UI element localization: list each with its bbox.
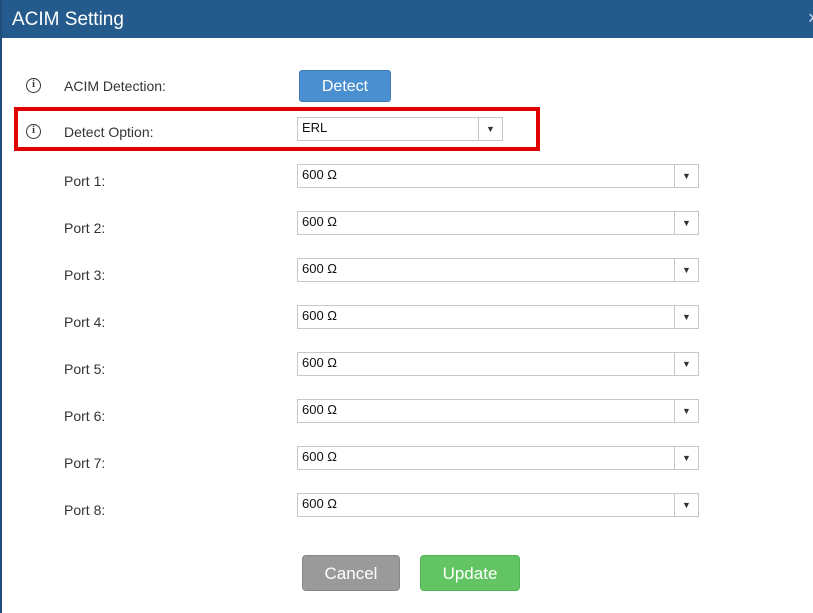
chevron-down-icon[interactable]: ▼ <box>674 165 698 187</box>
chevron-down-icon[interactable]: ▼ <box>674 400 698 422</box>
cancel-button[interactable]: Cancel <box>302 555 400 591</box>
port-label: Port 2: <box>64 220 106 236</box>
chevron-down-icon[interactable]: ▼ <box>674 447 698 469</box>
dialog-titlebar: ACIM Setting × <box>2 0 813 38</box>
port-label: Port 6: <box>64 408 106 424</box>
port-value: 600 Ω <box>302 261 338 276</box>
info-icon[interactable]: i <box>26 78 41 93</box>
port-label: Port 5: <box>64 361 106 377</box>
chevron-down-icon[interactable]: ▼ <box>674 212 698 234</box>
port-value: 600 Ω <box>302 308 338 323</box>
port-value: 600 Ω <box>302 449 338 464</box>
acim-setting-dialog: ACIM Setting × i ACIM Detection: Detect … <box>0 0 813 613</box>
chevron-down-icon[interactable]: ▼ <box>674 306 698 328</box>
port-5-select[interactable]: 600 Ω ▼ <box>297 352 699 376</box>
port-label: Port 7: <box>64 455 106 471</box>
chevron-down-icon[interactable]: ▼ <box>674 353 698 375</box>
port-1-select[interactable]: 600 Ω ▼ <box>297 164 699 188</box>
port-2-select[interactable]: 600 Ω ▼ <box>297 211 699 235</box>
port-label: Port 4: <box>64 314 106 330</box>
highlight-box <box>14 107 540 151</box>
port-value: 600 Ω <box>302 496 338 511</box>
port-value: 600 Ω <box>302 355 338 370</box>
port-value: 600 Ω <box>302 214 338 229</box>
port-value: 600 Ω <box>302 402 338 417</box>
acim-detection-label: ACIM Detection: <box>64 78 166 94</box>
port-label: Port 1: <box>64 173 106 189</box>
port-7-select[interactable]: 600 Ω ▼ <box>297 446 699 470</box>
port-label: Port 3: <box>64 267 106 283</box>
port-label: Port 8: <box>64 502 106 518</box>
dialog-title: ACIM Setting <box>12 9 124 30</box>
detect-button[interactable]: Detect <box>299 70 391 102</box>
port-8-select[interactable]: 600 Ω ▼ <box>297 493 699 517</box>
port-6-select[interactable]: 600 Ω ▼ <box>297 399 699 423</box>
port-value: 600 Ω <box>302 167 338 182</box>
update-button[interactable]: Update <box>420 555 520 591</box>
chevron-down-icon[interactable]: ▼ <box>674 259 698 281</box>
close-icon[interactable]: × <box>808 8 813 29</box>
chevron-down-icon[interactable]: ▼ <box>674 494 698 516</box>
port-4-select[interactable]: 600 Ω ▼ <box>297 305 699 329</box>
port-3-select[interactable]: 600 Ω ▼ <box>297 258 699 282</box>
